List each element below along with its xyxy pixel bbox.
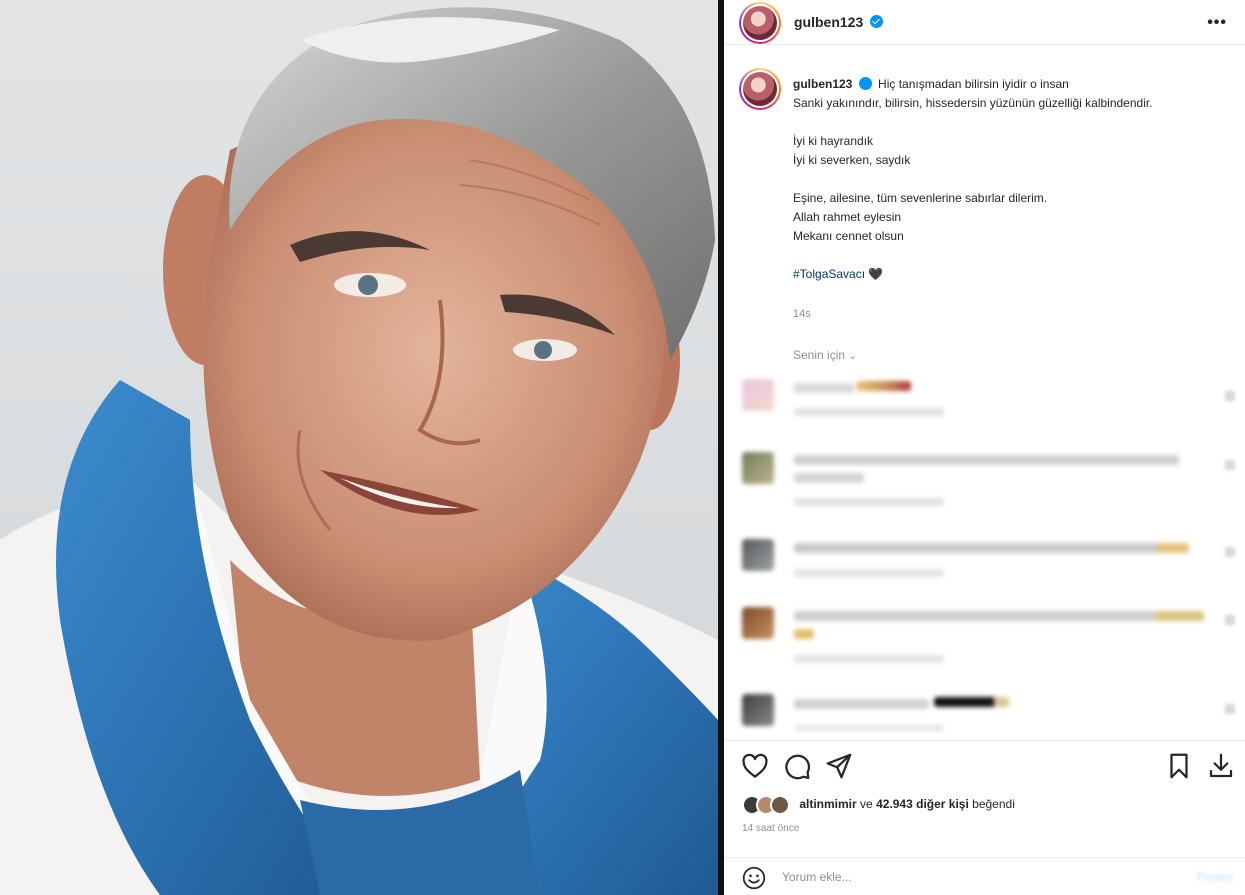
caption-username[interactable]: gulben123 xyxy=(793,77,852,91)
likes-connector: ve xyxy=(860,797,873,812)
smiley-icon[interactable] xyxy=(741,865,767,891)
caption-line xyxy=(793,170,1213,189)
comment-meta xyxy=(794,725,944,731)
post-image[interactable] xyxy=(0,0,718,895)
comment-meta xyxy=(794,498,944,506)
caption-avatar[interactable] xyxy=(739,68,781,110)
more-horizontal-icon[interactable]: ••• xyxy=(1207,14,1227,32)
post-side-panel: gulben123 ••• gulben123 Hiç tanışmadan b… xyxy=(724,0,1245,895)
comment-meta xyxy=(794,655,944,663)
caption-line: Allah rahmet eylesin xyxy=(793,210,902,224)
comment-text xyxy=(794,611,1204,621)
chevron-down-icon: ⌄ xyxy=(848,351,857,362)
caption-verified-icon xyxy=(858,77,872,90)
comments-filter[interactable]: Senin için ⌄ xyxy=(793,348,857,362)
post-timestamp[interactable]: 14 saat önce xyxy=(742,823,799,834)
likes-suffix: beğendi xyxy=(972,797,1015,812)
hashtag-link[interactable]: #TolgaSavacı 🖤 xyxy=(793,267,883,281)
caption-line xyxy=(793,246,1213,265)
portrait-illustration xyxy=(0,7,718,895)
comment-meta xyxy=(794,408,944,416)
caption-line xyxy=(793,113,1213,132)
comment-like-icon[interactable] xyxy=(1225,547,1235,557)
send-icon[interactable] xyxy=(824,751,854,781)
caption-line: Hiç tanışmadan bilirsin iyidir o insan xyxy=(878,77,1069,91)
comment-text xyxy=(934,697,1009,707)
comment-like-icon[interactable] xyxy=(1225,704,1235,714)
caption-line: Eşine, ailesine, tüm sevenlerine sabırla… xyxy=(793,191,1048,205)
comment-text xyxy=(794,455,1179,465)
post-comment-button[interactable]: Paylaş xyxy=(1197,870,1233,884)
verified-badge-icon xyxy=(870,15,883,28)
author-username[interactable]: gulben123 xyxy=(794,14,863,30)
bookmark-icon[interactable] xyxy=(1164,751,1194,781)
comment-composer: Paylaş xyxy=(724,857,1245,895)
heart-icon[interactable] xyxy=(740,751,770,781)
comment-like-icon[interactable] xyxy=(1225,615,1235,625)
post-actions xyxy=(724,740,1245,788)
comment-text xyxy=(856,381,911,391)
caption-timestamp[interactable]: 14s xyxy=(793,308,811,320)
comments-filter-label: Senin için xyxy=(793,348,846,362)
comment-meta xyxy=(794,569,944,577)
caption-line: İyi ki hayrandık xyxy=(793,134,874,148)
liker-username[interactable]: altinmimir xyxy=(799,797,856,811)
comment-input[interactable] xyxy=(782,867,1162,887)
liker-avatars xyxy=(742,795,796,815)
comment-avatar xyxy=(742,539,774,571)
comment-like-icon[interactable] xyxy=(1225,391,1235,401)
comment-icon[interactable] xyxy=(782,751,812,781)
likes-summary[interactable]: altinmimir ve 42.943 diğer kişi beğendi xyxy=(742,795,1015,815)
comment-text xyxy=(794,629,814,639)
caption-text: gulben123 Hiç tanışmadan bilirsin iyidir… xyxy=(793,75,1213,284)
comment-avatar xyxy=(742,452,774,484)
comment-text xyxy=(794,473,864,483)
comment-avatar xyxy=(742,379,774,411)
post-header: gulben123 ••• xyxy=(724,0,1245,45)
caption-line: Mekanı cennet olsun xyxy=(793,229,904,243)
comment-text xyxy=(794,699,929,709)
comment-username xyxy=(794,383,854,393)
author-avatar[interactable] xyxy=(739,2,781,44)
caption-line: İyi ki severken, saydık xyxy=(793,153,911,167)
caption-line: Sanki yakınındır, bilirsin, hissedersin … xyxy=(793,96,1153,110)
comment-like-icon[interactable] xyxy=(1225,460,1235,470)
comment-avatar xyxy=(742,607,774,639)
comment-avatar xyxy=(742,694,774,726)
comment-text xyxy=(794,543,1189,553)
download-icon[interactable] xyxy=(1206,751,1236,781)
likes-others[interactable]: 42.943 diğer kişi xyxy=(876,797,969,811)
